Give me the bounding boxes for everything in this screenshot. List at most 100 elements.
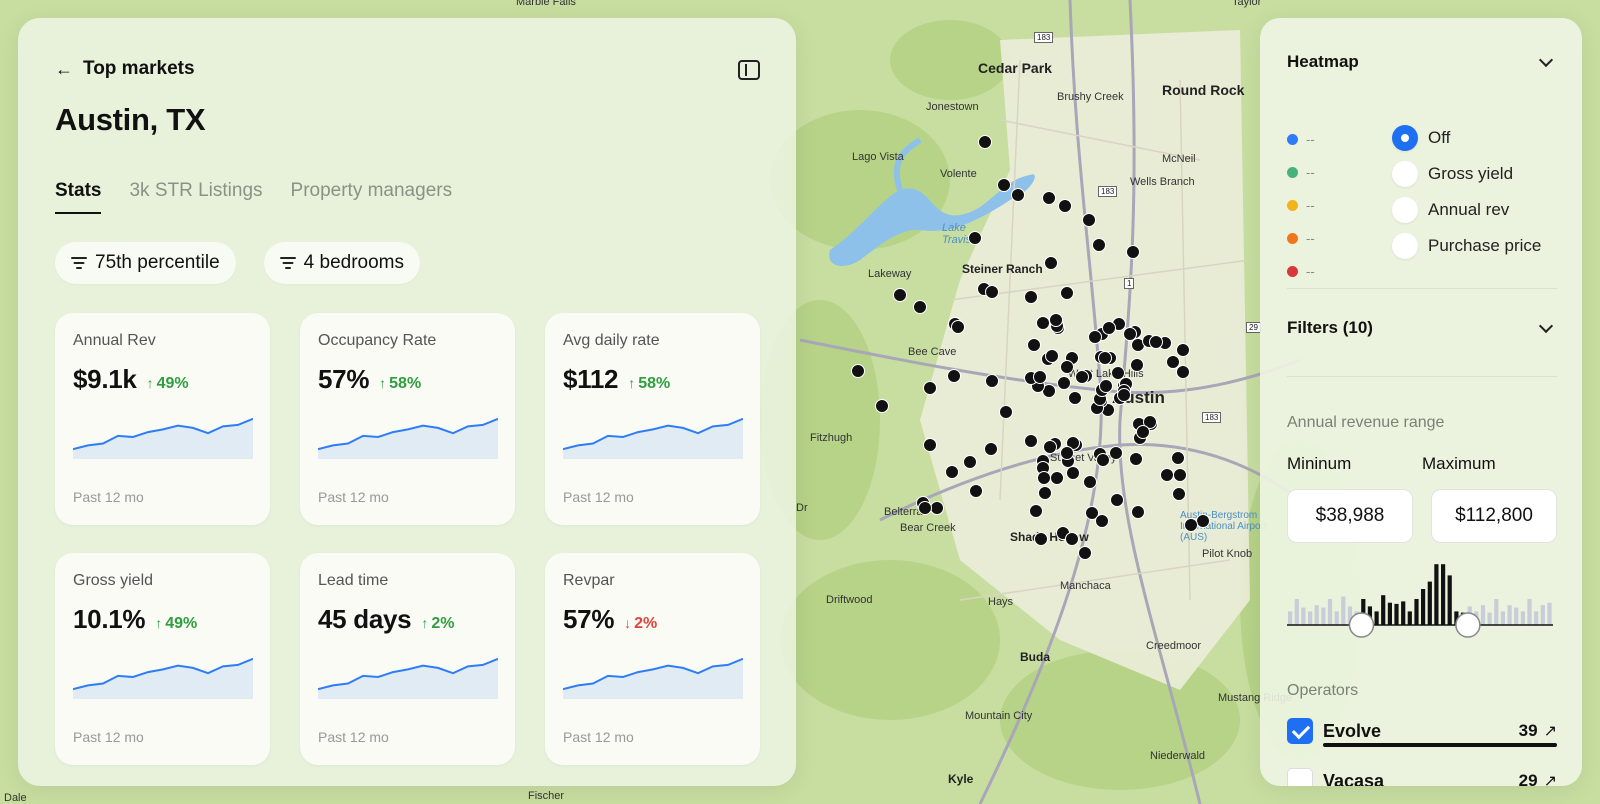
checkbox[interactable] <box>1287 768 1313 786</box>
revenue-histogram-slider[interactable] <box>1287 558 1553 638</box>
stat-cards: Annual Rev $9.1k ↑ 49% Past 12 mo Occupan… <box>55 313 761 765</box>
tab-stats[interactable]: Stats <box>55 180 102 214</box>
listing-marker <box>1011 188 1025 202</box>
filter-icon <box>279 257 296 269</box>
listing-marker <box>1136 425 1150 439</box>
min-revenue-input[interactable]: $38,988 <box>1287 489 1413 543</box>
listing-marker <box>1171 451 1185 465</box>
stat-value: $112 <box>563 364 619 394</box>
listing-marker <box>1109 446 1123 460</box>
max-revenue-input[interactable]: $112,800 <box>1431 489 1557 543</box>
filters-section-header[interactable]: Filters (10) <box>1287 318 1557 338</box>
listing-marker <box>1037 471 1051 485</box>
divider <box>1287 288 1557 289</box>
listing-marker <box>1057 376 1071 390</box>
histogram-bar <box>1507 605 1512 625</box>
stat-value: 57% <box>563 604 615 634</box>
stat-card-gross-yield[interactable]: Gross yield 10.1% ↑ 49% Past 12 mo <box>55 553 270 765</box>
listing-marker <box>951 320 965 334</box>
listing-marker <box>1082 213 1096 227</box>
heatmap-option-gross-yield[interactable]: Gross yield <box>1392 156 1541 192</box>
operator-count: 29 <box>1518 771 1538 786</box>
stat-label: Occupancy Rate <box>318 332 437 349</box>
listing-marker <box>1172 487 1186 501</box>
stat-card-occupancy-rate[interactable]: Occupancy Rate 57% ↑ 58% Past 12 mo <box>300 313 515 525</box>
listing-marker <box>1131 505 1145 519</box>
operator-share-bar <box>1323 743 1557 747</box>
back-to-top-markets-button[interactable]: ← Top markets <box>55 58 195 80</box>
heatmap-option-off[interactable]: Off <box>1392 120 1541 156</box>
heatmap-options: Off Gross yield Annual rev Purchase pric… <box>1392 120 1541 264</box>
chip-label: 75th percentile <box>95 252 220 273</box>
operators-title: Operators <box>1287 682 1359 699</box>
listing-marker <box>985 285 999 299</box>
operator-count: 39 <box>1518 721 1538 740</box>
listing-marker <box>1184 518 1198 532</box>
listing-marker <box>930 501 944 515</box>
stat-period: Past 12 mo <box>318 729 389 745</box>
legend-dot <box>1287 167 1298 178</box>
chip-label: 4 bedrooms <box>303 252 404 273</box>
radio-button[interactable] <box>1392 197 1418 223</box>
tab-property-managers[interactable]: Property managers <box>291 180 453 214</box>
stat-card-annual-rev[interactable]: Annual Rev $9.1k ↑ 49% Past 12 mo <box>55 313 270 525</box>
stat-label: Avg daily rate <box>563 332 660 349</box>
sparkline-chart <box>563 417 743 459</box>
legend-item: -- <box>1287 255 1315 288</box>
stat-card-avg-daily-rate[interactable]: Avg daily rate $112 ↑ 58% Past 12 mo <box>545 313 760 525</box>
arrow-up-right-icon[interactable]: ↗ <box>1544 721 1557 741</box>
histogram-bar <box>1327 599 1333 625</box>
histogram-bar <box>1494 599 1499 625</box>
radio-button[interactable] <box>1392 161 1418 187</box>
radio-label: Gross yield <box>1428 164 1514 183</box>
stat-label: Lead time <box>318 572 389 589</box>
heatmap-option-purchase-price[interactable]: Purchase price <box>1392 228 1541 264</box>
radio-button[interactable] <box>1392 233 1418 259</box>
legend-dot <box>1287 233 1298 244</box>
listing-marker <box>1034 532 1048 546</box>
listing-marker <box>1173 468 1187 482</box>
histogram-bar <box>1514 607 1519 625</box>
bedrooms-filter-chip[interactable]: 4 bedrooms <box>263 242 420 284</box>
chevron-down-icon <box>1538 318 1554 334</box>
arrow-up-icon: ↑ <box>628 375 636 391</box>
operator-name: Evolve <box>1323 720 1382 741</box>
listing-marker <box>1123 327 1137 341</box>
histogram-bar <box>1540 605 1545 625</box>
sidebar-toggle-icon[interactable] <box>738 60 760 80</box>
listing-marker <box>1092 238 1106 252</box>
heatmap-section-header[interactable]: Heatmap <box>1287 52 1557 72</box>
arrow-up-right-icon[interactable]: ↗ <box>1544 771 1557 786</box>
range-labels: Mininum Maximum <box>1287 454 1557 474</box>
listing-marker <box>1060 286 1074 300</box>
operator-row-evolve[interactable]: Evolve 39 ↗ <box>1287 718 1557 744</box>
listing-marker <box>1044 256 1058 270</box>
histogram-bar <box>1487 612 1492 625</box>
listing-marker <box>1130 358 1144 372</box>
listing-marker <box>1050 471 1064 485</box>
percentile-filter-chip[interactable]: 75th percentile <box>55 242 236 284</box>
checkbox[interactable] <box>1287 718 1313 744</box>
stat-card-revpar[interactable]: Revpar 57% ↓ 2% Past 12 mo <box>545 553 760 765</box>
arrow-up-icon: ↑ <box>421 615 429 631</box>
radio-button[interactable] <box>1392 125 1418 151</box>
listing-marker <box>1099 379 1113 393</box>
listing-marker <box>1098 351 1112 365</box>
listing-marker <box>1166 355 1180 369</box>
listing-marker <box>1049 313 1063 327</box>
listing-marker <box>851 364 865 378</box>
operator-row-vacasa[interactable]: Vacasa 29 ↗ <box>1287 768 1557 786</box>
tab-str-listings[interactable]: 3k STR Listings <box>129 180 262 214</box>
listing-marker <box>999 405 1013 419</box>
histogram-bar <box>1394 603 1399 625</box>
legend-dot <box>1287 266 1298 277</box>
heatmap-option-annual-rev[interactable]: Annual rev <box>1392 192 1541 228</box>
histogram-bar <box>1500 611 1505 625</box>
filter-icon <box>71 257 87 269</box>
stat-change: ↓ 2% <box>624 615 658 632</box>
tab-bar: Stats 3k STR Listings Property managers <box>55 180 452 214</box>
listing-marker <box>1066 466 1080 480</box>
legend-dot <box>1287 200 1298 211</box>
stat-label: Annual Rev <box>73 332 156 349</box>
stat-card-lead-time[interactable]: Lead time 45 days ↑ 2% Past 12 mo <box>300 553 515 765</box>
